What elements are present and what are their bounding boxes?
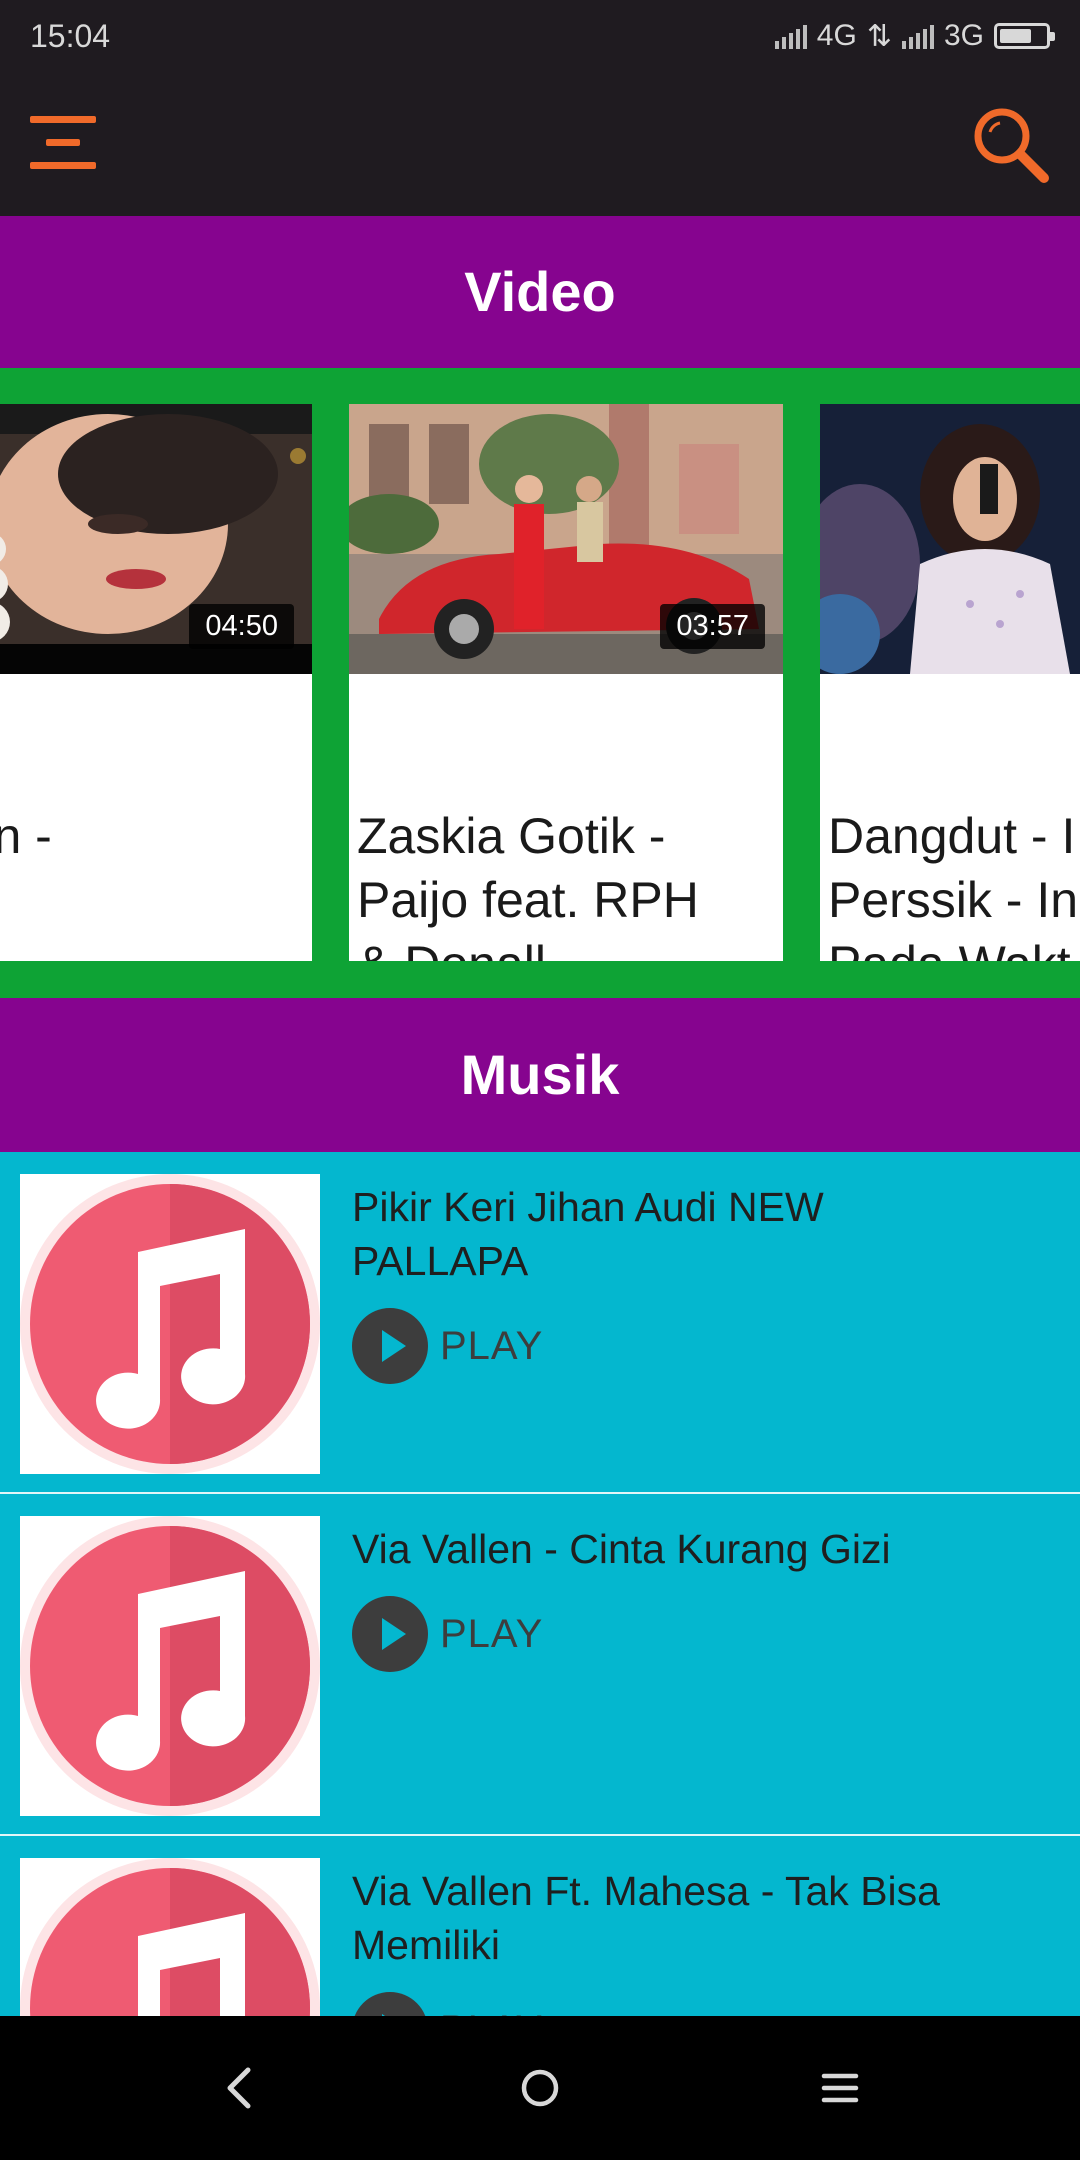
music-list[interactable]: Pikir Keri Jihan Audi NEW PALLAPA PLAY V…	[0, 1152, 1080, 2016]
video-carousel[interactable]: 04:50 Vallen - ka 03:57 Zaskia Gotik - P…	[0, 368, 1080, 998]
video-card-2[interactable]: 03:57 Zaskia Gotik - Paijo feat. RPH & D…	[349, 404, 783, 961]
play-label: PLAY	[440, 1611, 544, 1656]
play-label: PLAY	[440, 1323, 544, 1368]
play-icon	[352, 1596, 428, 1672]
song-title: Pikir Keri Jihan Audi NEW PALLAPA	[352, 1184, 824, 1284]
recents-icon[interactable]	[810, 2058, 870, 2118]
battery-icon	[994, 23, 1055, 49]
signal-icon-2	[901, 23, 934, 49]
app-bar	[0, 72, 1080, 216]
status-time: 15:04	[30, 18, 111, 54]
list-item[interactable]: Via Vallen - Cinta Kurang Gizi PLAY	[0, 1494, 1080, 1836]
video-card-3[interactable]: Dangdut - I Perssik - In Pada Wakt	[820, 404, 1080, 961]
play-icon	[352, 1308, 428, 1384]
network-label-4g: 4G	[816, 19, 857, 52]
video-duration-1: 04:50	[189, 604, 294, 649]
music-note-icon	[20, 1516, 320, 1816]
home-icon[interactable]	[510, 2058, 570, 2118]
music-note-icon	[20, 1174, 320, 1474]
play-button[interactable]: PLAY	[352, 1992, 543, 2016]
video-title-1: Vallen - ka	[0, 808, 52, 864]
music-note-icon	[20, 1858, 320, 2016]
back-icon[interactable]	[210, 2058, 270, 2118]
video-title-2: Zaskia Gotik - Paijo feat. RPH & Donall	[357, 808, 699, 961]
search-icon[interactable]	[970, 104, 1050, 184]
play-label: PLAY	[440, 2008, 543, 2017]
menu-icon[interactable]	[30, 116, 96, 170]
signal-icon	[774, 23, 807, 49]
music-section-header: Musik	[0, 998, 1080, 1152]
battery-level	[1000, 29, 1031, 43]
status-icons: 4G ⇅ 3G	[774, 18, 1055, 54]
video-title-3: Dangdut - I Perssik - In Pada Wakt	[828, 808, 1079, 961]
music-thumbnail	[20, 1516, 320, 1816]
music-thumbnail	[20, 1174, 320, 1474]
status-bar: 15:04 4G ⇅ 3G	[0, 0, 1080, 72]
video-thumbnail-3	[820, 404, 1080, 674]
list-item[interactable]: Via Vallen Ft. Mahesa - Tak Bisa Memilik…	[0, 1836, 1080, 2016]
song-title: Via Vallen Ft. Mahesa - Tak Bisa Memilik…	[352, 1868, 940, 1968]
network-label-3g: 3G	[943, 19, 984, 52]
video-section-header: Video	[0, 216, 1080, 368]
music-thumbnail	[20, 1858, 320, 2016]
video-card-1[interactable]: 04:50 Vallen - ka	[0, 404, 312, 961]
system-nav-bar	[0, 2016, 1080, 2160]
play-icon	[352, 1992, 428, 2016]
play-button[interactable]: PLAY	[352, 1596, 543, 1672]
song-title: Via Vallen - Cinta Kurang Gizi	[352, 1526, 891, 1572]
video-duration-2: 03:57	[660, 604, 765, 649]
play-button[interactable]: PLAY	[352, 1308, 543, 1384]
list-item[interactable]: Pikir Keri Jihan Audi NEW PALLAPA PLAY	[0, 1152, 1080, 1494]
data-arrows-icon: ⇅	[866, 19, 892, 53]
